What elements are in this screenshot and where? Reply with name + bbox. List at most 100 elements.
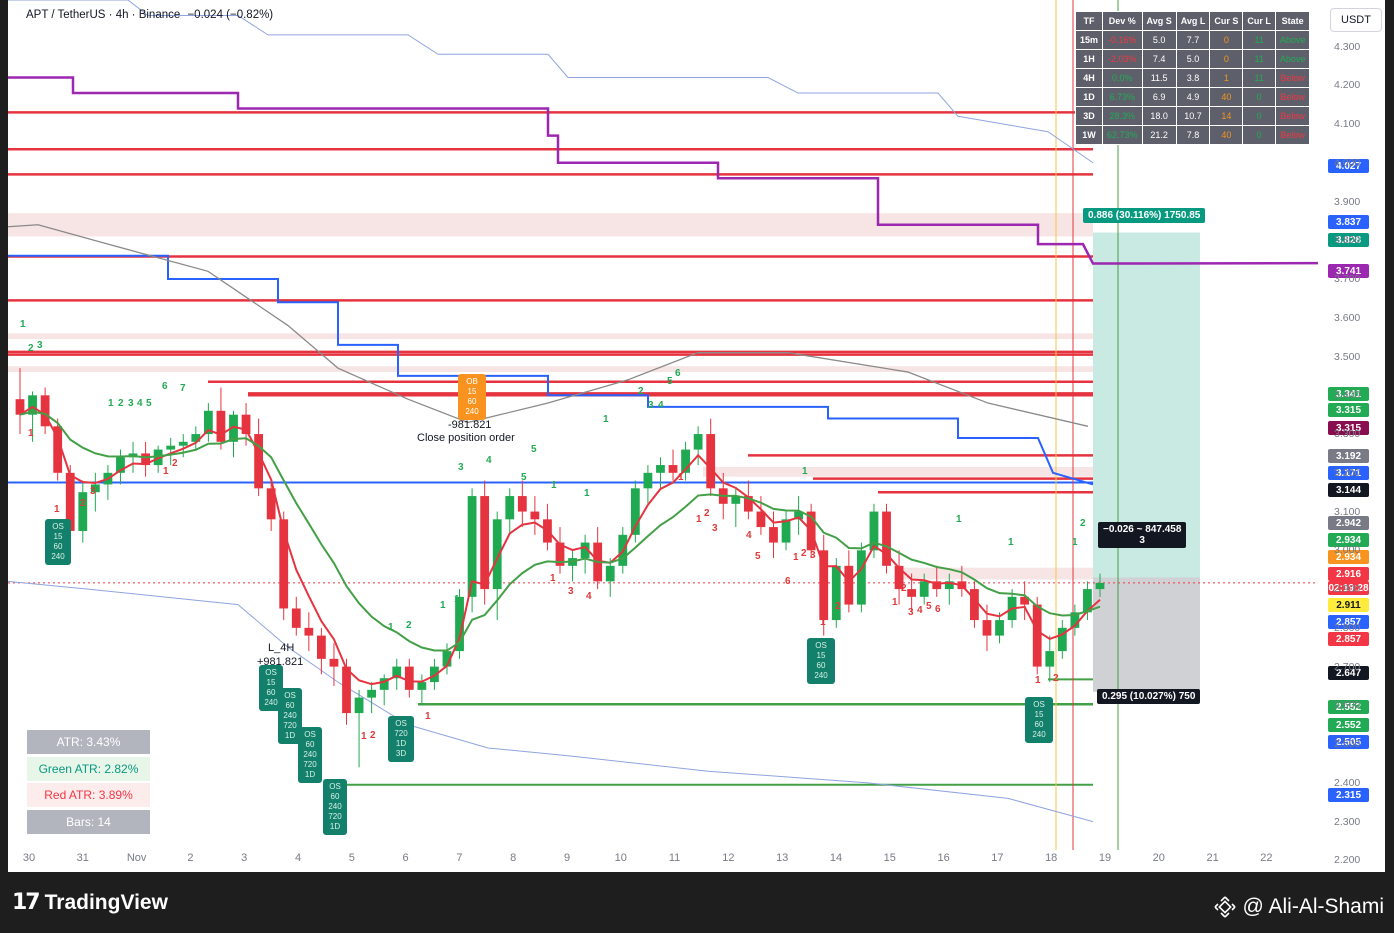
stop-label[interactable]: 0.295 (10.027%) 750 [1097,689,1201,704]
timeframe-table-cell: 18.0 [1141,106,1177,126]
timeframe-table-cell: 1 [1209,68,1244,88]
red-atr-stat: Red ATR: 3.89% [27,783,150,807]
time-axis-tick: 6 [402,852,409,864]
price-axis-tick: 2.700 [1334,660,1361,673]
timeframe-table-cell: 5.0 [1141,30,1177,50]
timeframe-table-header-cell: Avg L [1175,11,1211,31]
candle-body [304,627,314,636]
app-frame: APT / TetherUS · 4h · Binance −0.024 (−0… [0,0,1394,933]
sequence-marker: 1 [28,428,34,439]
sequence-marker: 5 [755,551,761,562]
timeframe-table-cell: Below [1274,125,1311,145]
candle-body [1045,651,1055,667]
sequence-marker: 2 [638,386,644,397]
sequence-marker: 4 [658,400,664,411]
timeframe-table-cell: 11 [1242,68,1276,88]
sequence-marker: 5 [531,444,537,455]
sequence-marker: 2 [1080,518,1086,529]
time-axis-tick: 10 [614,852,627,864]
price-axis-tick: 4.300 [1334,40,1361,53]
sequence-marker: 3 [128,398,134,409]
timeframe-table-cell: -2.03% [1102,49,1143,69]
time-axis-tick: 31 [76,852,89,864]
price-axis-tick: 3.800 [1334,234,1361,247]
sequence-marker: 3 [568,586,574,597]
resistance-zone [8,333,1093,340]
os-signal-box: OS 15 60 240 [45,519,71,565]
sequence-marker: 5 [146,398,152,409]
timeframe-table-cell: 11 [1242,30,1276,50]
sequence-marker: 1 [550,573,556,584]
timeframe-table-cell: 3D [1074,106,1104,126]
candle-body [517,496,527,512]
price-axis-tick: 3.900 [1334,195,1361,208]
sequence-marker: 1 [1008,537,1014,548]
sequence-marker: 2 [118,398,124,409]
price-tag: 2.857 [1328,632,1369,646]
atr-stat: ATR: 3.43% [27,730,150,754]
sequence-marker: 1 [603,414,609,425]
candle-body [857,550,866,605]
timeframe-table-cell: 7.4 [1141,49,1177,69]
sequence-marker: 4 [137,398,143,409]
sequence-marker: 6 [785,576,791,587]
timeframe-table-header-cell: State [1274,11,1311,31]
timeframe-table-cell: 1W [1074,125,1104,145]
entry-label[interactable]: −0.026 ~ 847.458 3 [1098,522,1187,548]
os-signal-box: OS 720 1D 3D [388,716,414,762]
timeframe-table-cell: 0 [1209,49,1244,69]
sequence-marker: 1 [820,617,826,628]
time-axis-tick: 5 [348,852,355,864]
price-tag: 2.315 [1328,788,1369,802]
timeframe-table-cell: 5.0 [1175,49,1211,69]
price-axis-tick: 3.200 [1334,466,1361,479]
timeframe-table-cell: Below [1274,87,1311,107]
chart-panel[interactable]: APT / TetherUS · 4h · Binance −0.024 (−0… [8,0,1385,872]
timeframe-table-body: 15m -0.16% 5.0 7.7 0 11 Above 1H -2.03% 7.4 5.0 0 11… [1074,30,1311,145]
candle-body [178,441,188,446]
sequence-marker: 2 [406,620,412,631]
candle-body [706,434,716,489]
symbol-title: APT / TetherUS · 4h · Binance [26,9,181,21]
candle-body [819,550,829,621]
timeframe-table-cell: 7.8 [1175,125,1211,145]
price-axis-tick: 3.600 [1334,311,1361,324]
price-axis-tick: 3.700 [1334,273,1361,286]
candle-body [216,410,226,442]
price-axis-tick: 3.000 [1334,544,1361,557]
target-label[interactable]: 0.886 (30.116%) 1750.85 [1083,208,1206,223]
time-axis-tick: 15 [883,852,896,864]
sequence-marker: 6 [162,381,168,392]
binance-icon [1214,896,1237,918]
candle-body [354,697,364,714]
sequence-marker: 1 [108,398,114,409]
sequence-marker: 1 [1035,675,1041,686]
time-axis-tick: 11 [668,852,681,864]
os-signal-box: OS 15 60 240 [1025,697,1053,743]
timeframe-table-cell: 14 [1209,106,1244,126]
price-tag: 2.911 [1328,598,1369,612]
timeframe-table-cell: 15m [1074,30,1104,50]
price-axis-tick: 2.500 [1334,738,1361,751]
tradingview-brand: TradingView [44,890,168,914]
resistance-zone [903,567,1093,580]
timeframe-table-cell: 4.9 [1175,87,1211,107]
price-axis-tick: 4.200 [1334,79,1361,92]
upper-band-line [8,0,1094,164]
tradingview-logo[interactable]: 17 TradingView [12,890,168,915]
time-axis-tick: 4 [294,852,302,864]
currency-button[interactable]: USDT [1330,8,1382,32]
timeframe-table: TF Dev % Avg S Avg L Cur S Cur L State 15m -0.1… [1074,11,1311,145]
price-axis-tick: 4.000 [1334,156,1361,169]
price-axis-tick: 3.400 [1334,389,1361,402]
sequence-marker: 1 [678,472,684,483]
sequence-marker: 3 [908,607,914,618]
timeframe-table-row: 1W 62.73% 21.2 7.8 40 0 Below [1074,125,1311,145]
timeframe-table-cell: 0 [1209,30,1244,50]
timeframe-table-cell: 0 [1242,125,1276,145]
ob-signal-box: OB 15 60 240 [458,374,486,420]
sequence-marker: 1 [1072,537,1078,548]
sequence-marker: 1 [551,480,557,491]
candle-body [982,620,992,636]
long-entry-label: L_4H [268,642,295,654]
